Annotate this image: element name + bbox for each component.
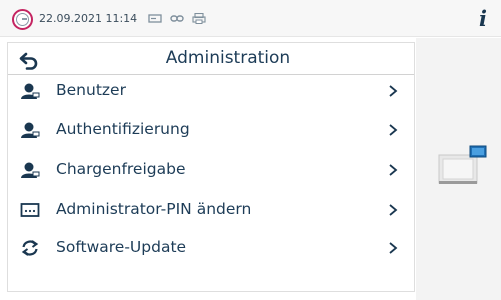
menu-item-chargenfreigabe[interactable]: Chargenfreigabe xyxy=(8,152,414,190)
menu-item-benutzer[interactable]: Benutzer xyxy=(8,73,414,111)
user-icon xyxy=(21,162,40,178)
network-icon xyxy=(170,14,184,22)
device-image xyxy=(438,145,487,184)
chevron-right-icon xyxy=(389,242,398,254)
status-bar: 22.09.2021 11:14 i xyxy=(0,0,501,37)
menu-item-label: Authentifizierung xyxy=(56,120,190,138)
printer-icon xyxy=(192,12,206,24)
info-icon[interactable]: i xyxy=(479,6,487,31)
lock-icon xyxy=(16,13,29,26)
chevron-right-icon xyxy=(389,85,398,97)
menu-item-label: Benutzer xyxy=(56,81,126,99)
refresh-icon xyxy=(21,240,39,256)
back-arrow-icon[interactable] xyxy=(18,50,40,70)
menu-item-label: Administrator-PIN ändern xyxy=(56,200,252,218)
status-icons xyxy=(148,11,206,25)
pin-icon xyxy=(20,203,40,217)
menu-item-admin-pin[interactable]: Administrator-PIN ändern xyxy=(8,192,414,230)
user-icon xyxy=(21,83,40,99)
menu-item-label: Chargenfreigabe xyxy=(56,160,186,178)
page-title: Administration xyxy=(165,48,291,68)
datetime: 22.09.2021 11:14 xyxy=(39,12,138,25)
chevron-right-icon xyxy=(389,124,398,136)
menu-item-authentifizierung[interactable]: Authentifizierung xyxy=(8,112,414,150)
menu-item-software-update[interactable]: Software-Update xyxy=(8,230,414,268)
user-icon xyxy=(21,122,40,138)
chevron-right-icon xyxy=(389,204,398,216)
menu-item-label: Software-Update xyxy=(56,238,187,256)
chevron-right-icon xyxy=(389,164,398,176)
storage-icon xyxy=(148,13,162,23)
